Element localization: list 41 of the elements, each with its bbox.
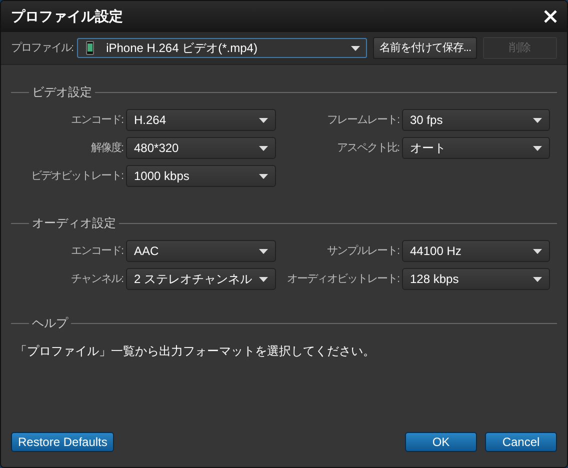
dialog-button[interactable]: Restore Defaults bbox=[11, 432, 114, 452]
field-label: チャンネル: bbox=[70, 272, 123, 287]
field-label: エンコード: bbox=[70, 112, 123, 128]
dropdown[interactable]: 2 ステレオチャンネル bbox=[126, 268, 276, 290]
dropdown[interactable]: H.264 bbox=[126, 109, 276, 131]
caret-icon bbox=[351, 46, 360, 50]
field-label: サンプルレート: bbox=[326, 244, 399, 259]
field-label: オーディオビットレート: bbox=[286, 272, 399, 287]
caret-icon bbox=[259, 174, 268, 178]
caret-icon bbox=[259, 118, 268, 122]
dropdown[interactable]: オート bbox=[402, 137, 550, 159]
close-icon[interactable] bbox=[544, 10, 557, 23]
caret-icon bbox=[533, 276, 542, 282]
field-label: ビデオビットレート: bbox=[30, 168, 123, 184]
profile-label: プロファイル: bbox=[11, 40, 74, 56]
profile-button[interactable]: 名前を付けて保存... bbox=[373, 37, 477, 59]
caret-icon bbox=[533, 146, 542, 150]
field-label: エンコード: bbox=[70, 244, 123, 259]
caret-icon bbox=[259, 146, 268, 150]
field-label: フレームレート: bbox=[326, 112, 399, 128]
caret-icon bbox=[533, 248, 542, 254]
dropdown[interactable]: 128 kbps bbox=[402, 268, 550, 290]
dropdown[interactable]: 1000 kbps bbox=[126, 165, 276, 187]
field-label: 解像度: bbox=[90, 140, 123, 156]
dropdown[interactable]: AAC bbox=[126, 240, 276, 262]
dialog-button[interactable]: OK bbox=[405, 432, 477, 452]
profile-dropdown[interactable]: iPhone H.264 ビデオ(*.mp4) bbox=[77, 38, 368, 58]
field-label: アスペクト比: bbox=[336, 140, 399, 156]
section-heading: オーディオ設定 bbox=[31, 215, 117, 232]
dropdown[interactable]: 30 fps bbox=[402, 109, 550, 131]
caret-icon bbox=[533, 118, 542, 122]
dialog-button[interactable]: Cancel bbox=[485, 432, 557, 452]
section-heading: ビデオ設定 bbox=[31, 84, 93, 101]
window-title: プロファイル設定 bbox=[11, 7, 123, 26]
dropdown[interactable]: 44100 Hz bbox=[402, 240, 550, 262]
help-text: 「プロファイル」一覧から出力フォーマットを選択してください。 bbox=[14, 343, 376, 360]
section-heading: ヘルプ bbox=[31, 315, 70, 332]
dropdown[interactable]: 480*320 bbox=[126, 137, 276, 159]
phone-icon bbox=[86, 41, 94, 55]
caret-icon bbox=[259, 248, 268, 254]
caret-icon bbox=[259, 276, 268, 282]
